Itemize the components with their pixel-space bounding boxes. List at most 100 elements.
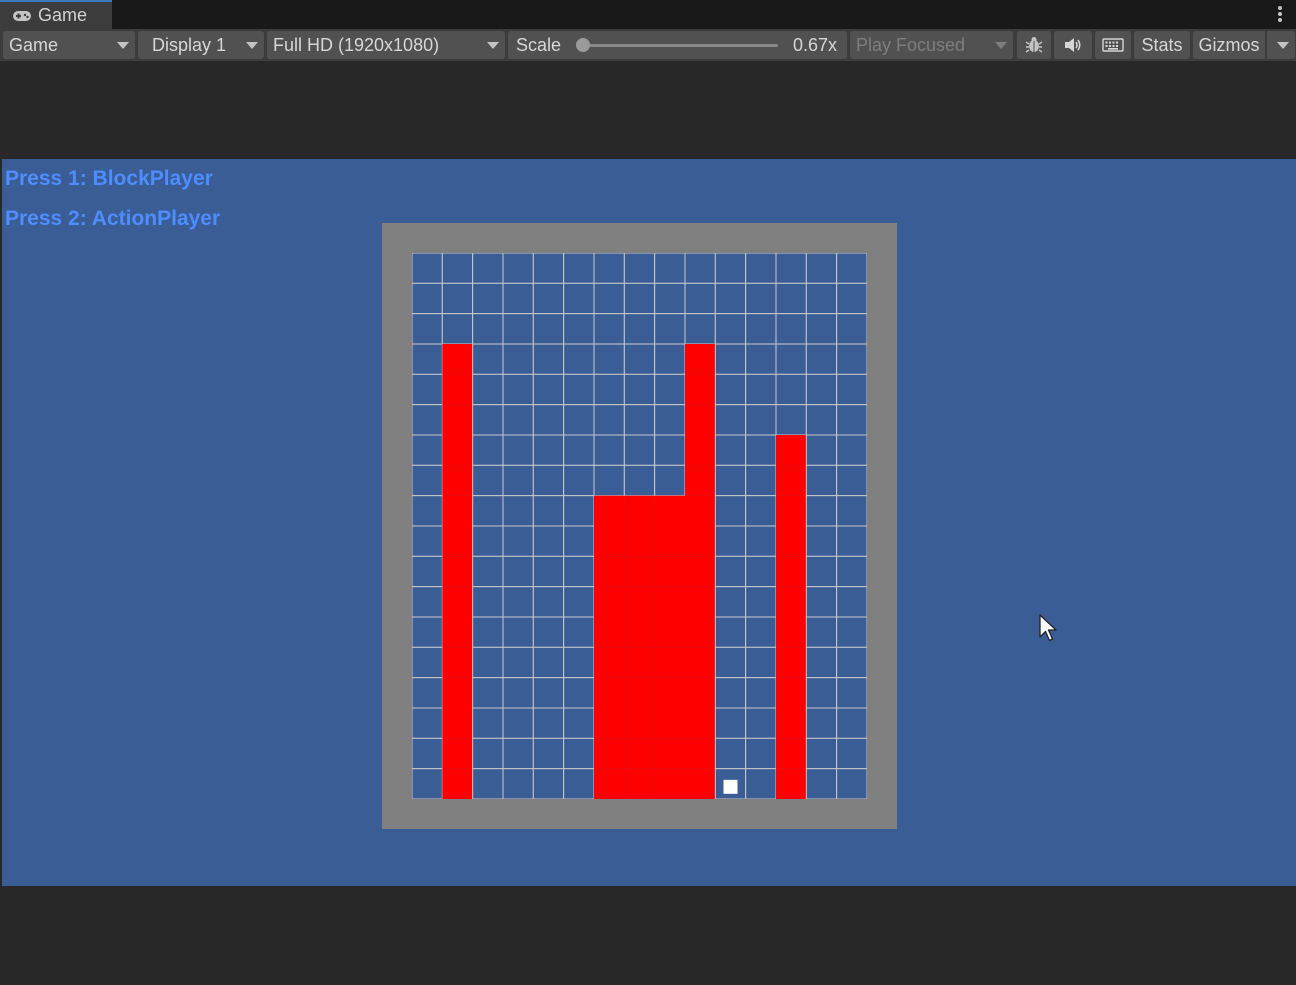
empty-cell — [563, 464, 595, 497]
chevron-down-icon — [995, 42, 1007, 49]
block-cell — [685, 708, 716, 739]
block-cell — [442, 617, 473, 648]
block-cell — [685, 344, 716, 375]
empty-cell — [654, 373, 686, 406]
empty-cell — [472, 404, 504, 436]
empty-cell — [502, 495, 534, 527]
block-cell — [442, 556, 473, 587]
block-cell — [654, 647, 685, 678]
block-cell — [685, 404, 716, 435]
empty-cell — [836, 616, 867, 648]
empty-cell — [745, 373, 777, 406]
keyboard-shortcuts-button[interactable] — [1095, 31, 1131, 59]
empty-cell — [532, 646, 565, 679]
display-dropdown-label: Display 1 — [152, 35, 227, 55]
empty-cell — [836, 707, 867, 739]
block-cell — [654, 708, 685, 739]
block-cell — [685, 495, 716, 526]
game-toolbar: Game Display 1 Full HD (1920x1080) Scale… — [0, 29, 1296, 61]
empty-cell — [532, 434, 565, 466]
empty-cell — [472, 525, 504, 557]
empty-cell — [805, 646, 838, 679]
empty-cell — [502, 434, 534, 466]
block-cell — [594, 677, 625, 708]
empty-cell — [502, 555, 534, 588]
scale-slider[interactable]: Scale 0.67x — [508, 31, 847, 59]
block-cell — [594, 647, 625, 678]
display-dropdown[interactable]: Display 1 — [138, 31, 264, 59]
gizmos-button[interactable]: Gizmos — [1193, 31, 1265, 59]
empty-cell — [775, 282, 807, 315]
view-dropdown[interactable]: Game — [3, 31, 135, 59]
empty-cell — [532, 282, 565, 315]
empty-cell — [532, 616, 565, 648]
block-cell — [624, 586, 655, 617]
block-cell — [442, 586, 473, 617]
empty-cell — [745, 677, 777, 709]
empty-cell — [714, 525, 747, 557]
mute-audio-button[interactable] — [1054, 31, 1092, 59]
empty-cell — [563, 343, 595, 375]
block-cell — [685, 526, 716, 557]
empty-cell — [412, 646, 443, 679]
empty-cell — [623, 464, 656, 497]
empty-cell — [714, 707, 747, 739]
empty-cell — [836, 555, 867, 588]
empty-cell — [836, 646, 867, 679]
scale-slider-thumb[interactable] — [576, 38, 590, 52]
view-dropdown-label: Game — [9, 35, 59, 55]
empty-cell — [654, 313, 686, 345]
play-mode-dropdown[interactable]: Play Focused — [850, 31, 1013, 59]
empty-cell — [412, 343, 443, 375]
tab-game[interactable]: Game — [0, 0, 112, 29]
empty-cell — [532, 373, 565, 406]
empty-cell — [745, 495, 777, 527]
block-cell — [442, 344, 473, 375]
empty-cell — [502, 373, 534, 406]
empty-cell — [412, 616, 443, 648]
resolution-dropdown[interactable]: Full HD (1920x1080) — [267, 31, 505, 59]
block-cell — [776, 586, 807, 617]
debug-toggle-button[interactable] — [1017, 31, 1051, 59]
block-cell — [776, 738, 807, 769]
empty-cell — [472, 555, 504, 588]
empty-cell — [502, 737, 534, 770]
empty-cell — [412, 525, 443, 557]
empty-cell — [745, 434, 777, 466]
empty-cell — [472, 677, 504, 709]
empty-cell — [412, 495, 443, 527]
empty-cell — [745, 616, 777, 648]
stats-button[interactable]: Stats — [1134, 31, 1190, 59]
play-mode-dropdown-label: Play Focused — [856, 35, 966, 55]
empty-cell — [441, 313, 474, 345]
empty-cell — [563, 737, 595, 770]
block-cell — [685, 617, 716, 648]
empty-cell — [836, 464, 867, 497]
block-cell — [685, 768, 716, 799]
empty-cell — [654, 434, 686, 466]
empty-cell — [532, 707, 565, 739]
empty-cell — [836, 404, 867, 436]
block-cell — [685, 738, 716, 769]
empty-cell — [684, 253, 716, 284]
empty-cell — [623, 343, 656, 375]
empty-cell — [745, 404, 777, 436]
empty-cell — [563, 677, 595, 709]
empty-cell — [805, 495, 838, 527]
block-cell — [594, 708, 625, 739]
empty-cell — [472, 253, 504, 284]
empty-cell — [472, 434, 504, 466]
block-cell — [624, 768, 655, 799]
block-cell — [624, 556, 655, 587]
empty-cell — [412, 313, 443, 345]
gizmos-dropdown[interactable] — [1267, 31, 1295, 59]
more-options-icon[interactable] — [1278, 6, 1282, 23]
scale-slider-track[interactable] — [586, 44, 778, 47]
scale-label: Scale — [516, 35, 562, 55]
empty-cell — [836, 737, 867, 770]
block-cell — [776, 647, 807, 678]
empty-cell — [745, 343, 777, 375]
empty-cell — [623, 373, 656, 406]
empty-cell — [563, 707, 595, 739]
empty-cell — [412, 555, 443, 588]
